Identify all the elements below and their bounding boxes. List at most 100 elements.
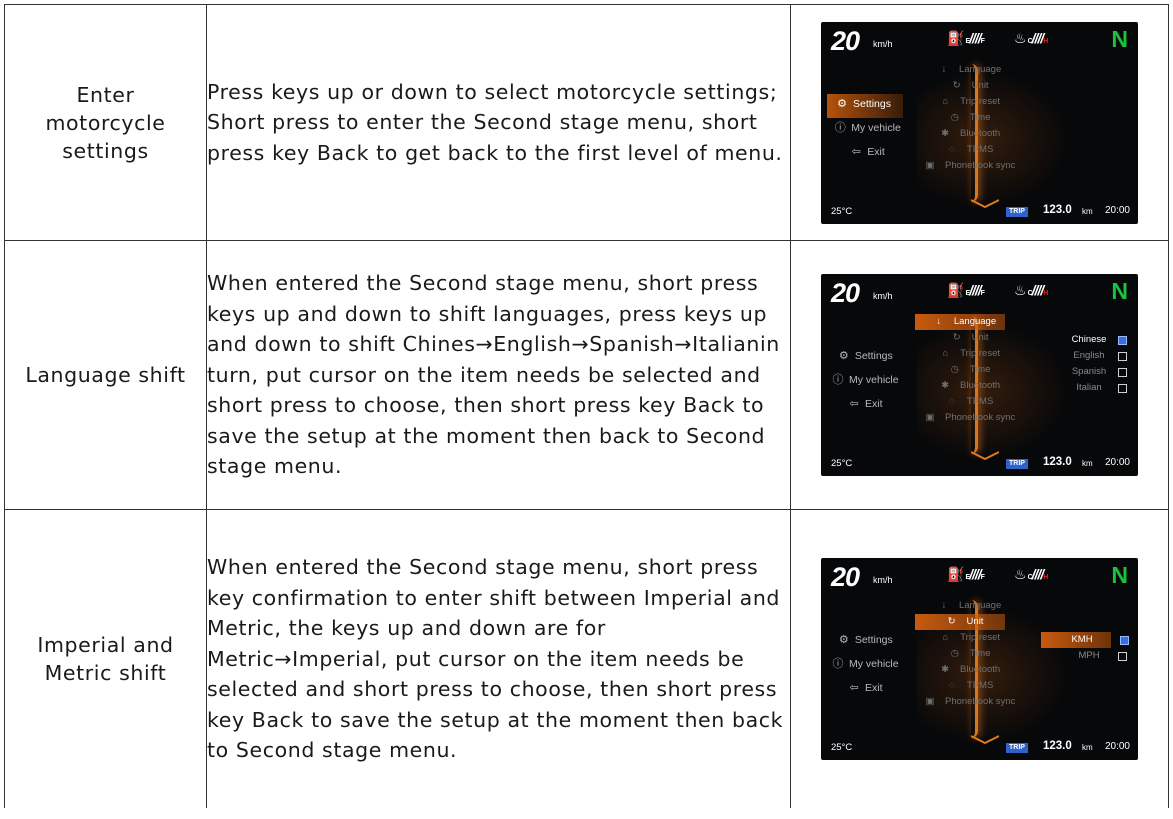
option-label: English bbox=[1073, 350, 1105, 361]
coolant-hot-label: H bbox=[1043, 37, 1048, 45]
main-menu-item[interactable]: ⚙ Settings bbox=[831, 346, 899, 370]
submenu-item[interactable]: ✱ Bluetooth bbox=[923, 662, 1015, 678]
fuel-full-label: F bbox=[980, 290, 985, 297]
description-text: When entered the Second stage menu, shor… bbox=[207, 271, 780, 479]
submenu-item[interactable]: ↓ Language bbox=[915, 314, 1005, 330]
ambient-temperature: 25°C bbox=[831, 742, 853, 753]
ambient-temperature: 25°C bbox=[831, 458, 853, 469]
option-list: KMH MPH bbox=[1041, 632, 1129, 664]
option-item[interactable]: Spanish bbox=[1049, 364, 1127, 380]
option-item[interactable]: Italian bbox=[1049, 380, 1127, 396]
coolant-level-bars: //// bbox=[1031, 29, 1045, 46]
option-label: Italian bbox=[1076, 382, 1102, 393]
option-item[interactable]: KMH bbox=[1041, 632, 1129, 648]
fuel-level-bars: //// bbox=[969, 29, 982, 46]
submenu-item[interactable]: ▣ Phonebook sync bbox=[923, 694, 1016, 710]
submenu-item[interactable]: ↓ Language bbox=[923, 598, 1015, 614]
coolant-level-bars: //// bbox=[1031, 282, 1045, 298]
main-menu-item[interactable]: ⇦ Exit bbox=[831, 394, 899, 418]
main-menu-label: Settings bbox=[853, 97, 891, 110]
coolant-icon: ♨ bbox=[1014, 566, 1027, 582]
option-item[interactable]: MPH bbox=[1049, 648, 1127, 664]
fuel-full-label: F bbox=[980, 37, 985, 45]
submenu-label: TPMS bbox=[966, 396, 994, 407]
coolant-hot-label: H bbox=[1043, 574, 1048, 581]
tire-icon: ◌ bbox=[949, 680, 955, 691]
distance-unit: km bbox=[1082, 459, 1093, 468]
main-menu-item[interactable]: ⇦ Exit bbox=[831, 142, 903, 166]
action-cell: Language shift bbox=[4, 240, 207, 510]
phonebook-icon: ▣ bbox=[925, 412, 935, 423]
action-cell: Imperial and Metric shift bbox=[4, 509, 207, 808]
checkbox-icon[interactable] bbox=[1118, 384, 1127, 393]
submenu-item[interactable]: ◷ Time bbox=[923, 646, 1015, 662]
distance-unit: km bbox=[1082, 206, 1093, 216]
checkbox-icon[interactable] bbox=[1118, 368, 1127, 377]
main-menu-item[interactable]: ⓘ My vehicle bbox=[831, 654, 899, 678]
main-menu-item[interactable]: ⇦ Exit bbox=[831, 678, 899, 702]
dashboard-screen: 20 km/h ⛽ E////F ♨ C////H N ⚙ Settings ⓘ My vehicl… bbox=[821, 21, 1138, 224]
checkbox-icon[interactable] bbox=[1118, 352, 1127, 361]
info-icon: ⓘ bbox=[832, 374, 844, 386]
option-item[interactable]: Chinese bbox=[1049, 332, 1127, 348]
submenu-item[interactable]: ◷ Time bbox=[923, 362, 1015, 378]
submenu-item[interactable]: ▣ Phonebook sync bbox=[923, 158, 1016, 174]
checkbox-icon[interactable] bbox=[1118, 652, 1127, 661]
submenu-label: Language bbox=[953, 316, 997, 327]
submenu-item[interactable]: ◌ TPMS bbox=[923, 678, 1015, 694]
submenu-item[interactable]: ⌂ Trip reset bbox=[923, 630, 1015, 646]
trash-icon: ⌂ bbox=[942, 95, 949, 107]
clock: 20:00 bbox=[1104, 457, 1130, 468]
submenu-item[interactable]: ▣ Phonebook sync bbox=[923, 410, 1016, 426]
action-label: Imperial and Metric shift bbox=[37, 633, 174, 685]
exit-icon: ⇦ bbox=[849, 682, 859, 694]
action-label: Language shift bbox=[25, 363, 186, 387]
distance-unit: km bbox=[1082, 743, 1093, 752]
bluetooth-icon: ✱ bbox=[941, 664, 950, 675]
submenu-item[interactable]: ◌ TPMS bbox=[923, 394, 1015, 410]
submenu-label: Time bbox=[969, 364, 991, 375]
clock-icon: ◷ bbox=[950, 364, 959, 375]
submenu-label: Phonebook sync bbox=[945, 159, 1016, 171]
coolant-gauge: ♨ C////H bbox=[1014, 566, 1048, 583]
clock-icon: ◷ bbox=[950, 648, 959, 659]
exit-icon: ⇦ bbox=[849, 398, 859, 410]
submenu-item[interactable]: ↻ Unit bbox=[915, 614, 1005, 630]
submenu-item[interactable]: ⌂ Trip reset bbox=[923, 94, 1015, 110]
submenu-item[interactable]: ⌂ Trip reset bbox=[923, 346, 1015, 362]
submenu-item[interactable]: ◌ TPMS bbox=[923, 142, 1015, 158]
coolant-icon: ♨ bbox=[1014, 29, 1027, 46]
submenu-label: Bluetooth bbox=[960, 380, 1001, 391]
submenu-item[interactable]: ↻ Unit bbox=[923, 78, 1015, 94]
phonebook-icon: ▣ bbox=[925, 696, 935, 707]
dashboard-screen: 20 km/h ⛽ E////F ♨ C////H N ⚙ Settings ⓘ My vehicl… bbox=[821, 274, 1138, 476]
submenu-label: Bluetooth bbox=[960, 664, 1001, 675]
speed-unit: km/h bbox=[873, 575, 893, 585]
option-list: Chinese English Spanish Italian bbox=[1049, 332, 1127, 396]
gear-indicator: N bbox=[1111, 278, 1128, 304]
submenu-label: Unit bbox=[966, 616, 984, 627]
submenu-item[interactable]: ↻ Unit bbox=[923, 330, 1015, 346]
speed-readout: 20 bbox=[831, 278, 860, 308]
submenu-item[interactable]: ↓ Language bbox=[923, 62, 1015, 78]
submenu-item[interactable]: ✱ Bluetooth bbox=[923, 378, 1015, 394]
status-bar: 25°C TRIP 123.0 km 20:00 bbox=[821, 204, 1138, 220]
main-menu-item[interactable]: ⓘ My vehicle bbox=[831, 118, 903, 142]
main-menu-label: My vehicle bbox=[849, 658, 899, 670]
submenu-item[interactable]: ✱ Bluetooth bbox=[923, 126, 1015, 142]
submenu-label: Trip reset bbox=[960, 348, 1001, 359]
submenu-item[interactable]: ◷ Time bbox=[923, 110, 1015, 126]
coolant-gauge: ♨ C////H bbox=[1014, 29, 1048, 47]
dashboard-screen: 20 km/h ⛽ E////F ♨ C////H N ⚙ Settings ⓘ My vehicl… bbox=[821, 558, 1138, 760]
description-cell: When entered the Second stage menu, shor… bbox=[206, 509, 791, 808]
submenu-label: Language bbox=[958, 63, 1002, 75]
main-menu-item[interactable]: ⓘ My vehicle bbox=[831, 370, 899, 394]
checkbox-checked-icon[interactable] bbox=[1120, 636, 1129, 645]
main-menu-item[interactable]: ⚙ Settings bbox=[827, 93, 903, 118]
trip-badge: TRIP bbox=[1006, 743, 1028, 753]
submenu-label: Language bbox=[958, 600, 1002, 611]
checkbox-checked-icon[interactable] bbox=[1118, 336, 1127, 345]
main-menu-item[interactable]: ⚙ Settings bbox=[831, 630, 899, 654]
option-item[interactable]: English bbox=[1049, 348, 1127, 364]
description-cell: Press keys up or down to select motorcyc… bbox=[206, 4, 791, 241]
